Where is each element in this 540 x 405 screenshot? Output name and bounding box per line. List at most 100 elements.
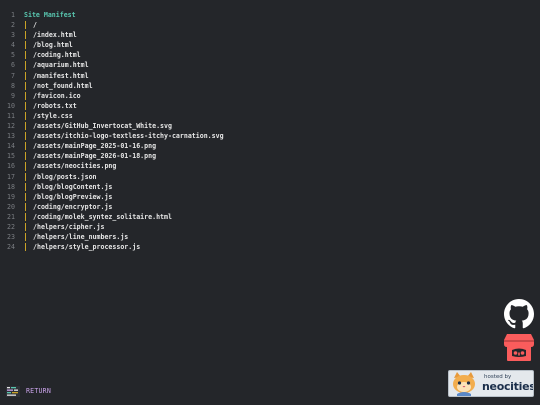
manifest-line: 6/aquarium.html: [0, 60, 540, 70]
manifest-path: /assets/mainPage_2025-01-16.png: [33, 142, 157, 151]
manifest-path: /aquarium.html: [33, 61, 89, 70]
line-number: 18: [7, 182, 15, 191]
itchio-link[interactable]: [503, 333, 535, 362]
line-number: 6: [11, 61, 15, 70]
manifest-path: /robots.txt: [33, 101, 77, 110]
manifest-line: 13/assets/itchio-logo-textless-itchy-car…: [0, 131, 540, 141]
indent-guide: [25, 132, 27, 141]
indent-guide: [25, 222, 27, 232]
indent-guide: [25, 212, 27, 221]
line-number: 19: [7, 192, 15, 201]
line-number: 5: [11, 51, 15, 60]
indent-guide: [25, 182, 27, 191]
line-number: 17: [7, 172, 15, 181]
indent-guide: [25, 31, 27, 40]
manifest-path: /favicon.ico: [33, 91, 81, 100]
manifest-path: /assets/mainPage_2026-01-18.png: [33, 152, 157, 161]
manifest-line: 19/blog/blogPreview.js: [0, 192, 540, 202]
manifest-line: 23/helpers/line_numbers.js: [0, 232, 540, 242]
indent-guide: [25, 162, 27, 171]
return-label: RETURN: [26, 387, 52, 395]
indent-guide: [25, 192, 27, 201]
line-number: 22: [7, 222, 15, 231]
neocities-cat-icon: [453, 372, 475, 396]
manifest-path: /assets/neocities.png: [33, 162, 117, 171]
line-number: 4: [11, 41, 15, 50]
manifest-line: 24/helpers/style_processor.js: [0, 242, 540, 252]
manifest-line: 21/coding/molek_syntez_solitaire.html: [0, 212, 540, 222]
line-number: 21: [7, 212, 15, 221]
line-number: 14: [7, 142, 15, 151]
manifest-line: 3/index.html: [0, 30, 540, 40]
indent-guide: [25, 81, 27, 90]
indent-guide: [25, 71, 27, 80]
manifest-path: /index.html: [33, 31, 77, 40]
indent-guide: [25, 51, 27, 60]
indent-guide: [25, 41, 27, 50]
manifest-heading: Site Manifest: [24, 11, 76, 19]
manifest-line: 22/helpers/cipher.js: [0, 222, 540, 232]
manifest-line: 8/not_found.html: [0, 81, 540, 91]
badge-name: neocities: [482, 380, 534, 393]
line-number: 23: [7, 233, 15, 242]
manifest-line: 5/coding.html: [0, 50, 540, 60]
line-number: 12: [7, 122, 15, 131]
line-number: 3: [11, 31, 15, 40]
manifest-path: /manifest.html: [33, 71, 89, 80]
line-number: 2: [11, 21, 15, 30]
manifest-line: 9/favicon.ico: [0, 91, 540, 101]
line-number: 11: [7, 111, 15, 120]
manifest-path: /coding/encryptor.js: [33, 202, 113, 211]
line-number: 7: [11, 71, 15, 80]
line-number: 10: [7, 101, 15, 110]
itchio-icon: [504, 334, 534, 361]
manifest-path: /blog/blogContent.js: [33, 182, 113, 191]
manifest-line: 7/manifest.html: [0, 71, 540, 81]
line-number: 9: [11, 91, 15, 100]
manifest-line: 14/assets/mainPage_2025-01-16.png: [0, 141, 540, 151]
github-link[interactable]: [504, 299, 534, 329]
indent-guide: [25, 21, 27, 30]
indent-guide: [25, 91, 27, 100]
indent-guide: [25, 243, 27, 252]
manifest-line: 10/robots.txt: [0, 101, 540, 111]
line-number: 8: [11, 81, 15, 90]
line-number: 24: [7, 243, 15, 252]
manifest-path: /assets/GitHub_Invertocat_White.svg: [33, 122, 172, 131]
manifest-line: 4/blog.html: [0, 40, 540, 50]
manifest-line: 20/coding/encryptor.js: [0, 202, 540, 212]
manifest-path: /style.css: [33, 111, 73, 120]
manifest-path: /coding.html: [33, 51, 81, 60]
manifest-line: 16/assets/neocities.png: [0, 161, 540, 171]
manifest-line: 18/blog/blogContent.js: [0, 182, 540, 192]
manifest-path: /helpers/style_processor.js: [33, 243, 141, 252]
manifest-heading-line: 1 Site Manifest: [0, 10, 540, 20]
manifest-path: /assets/itchio-logo-textless-itchy-carna…: [33, 132, 224, 141]
neocities-badge[interactable]: hosted by neocities: [448, 370, 534, 397]
github-icon: [504, 299, 534, 329]
line-number: 15: [7, 152, 15, 161]
return-link[interactable]: RETURN: [6, 385, 51, 397]
manifest-path: /blog.html: [33, 41, 73, 50]
manifest-path: /blog/blogPreview.js: [33, 192, 113, 201]
line-number: 13: [7, 132, 15, 141]
manifest-line: 15/assets/mainPage_2026-01-18.png: [0, 151, 540, 161]
indent-guide: [25, 61, 27, 70]
manifest-path: /helpers/cipher.js: [33, 222, 105, 231]
line-number: 16: [7, 162, 15, 171]
manifest-path: /blog/posts.json: [33, 172, 97, 181]
indent-guide: [25, 101, 27, 110]
indent-guide: [25, 152, 27, 161]
manifest-path: /not_found.html: [33, 81, 93, 90]
manifest-line: 2/: [0, 20, 540, 30]
return-icon: [6, 385, 20, 397]
indent-guide: [25, 172, 27, 181]
indent-guide: [25, 233, 27, 242]
line-number: 20: [7, 202, 15, 211]
manifest-line: 12/assets/GitHub_Invertocat_White.svg: [0, 121, 540, 131]
manifest-line: 11/style.css: [0, 111, 540, 121]
indent-guide: [25, 142, 27, 151]
line-number: 1: [11, 11, 15, 19]
manifest-line: 17/blog/posts.json: [0, 172, 540, 182]
manifest-path: /coding/molek_syntez_solitaire.html: [33, 212, 172, 221]
